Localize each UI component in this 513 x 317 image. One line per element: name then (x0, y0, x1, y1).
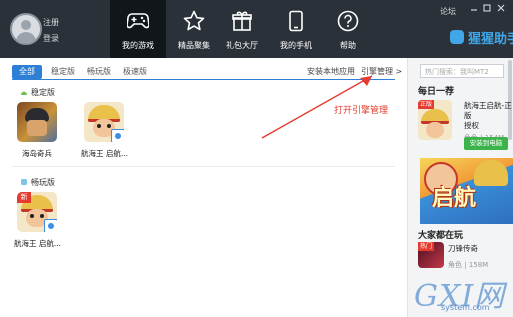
register-link[interactable]: 注册 (43, 17, 59, 28)
tab-all[interactable]: 全部 (12, 65, 42, 79)
featured-game-icon[interactable]: 正版 (418, 100, 452, 140)
section-title-smooth: 畅玩版 (20, 177, 55, 188)
game-icon-one-piece: 新 (17, 192, 57, 232)
game-icon-boom-beach (17, 102, 57, 142)
game-name: 航海王 启航... (81, 149, 129, 158)
nav-help[interactable]: 帮助 (320, 0, 376, 58)
minimize-icon[interactable] (470, 4, 478, 12)
playing-game-info[interactable]: 刀锋传奇 角色 | 158M (448, 244, 488, 270)
game-item[interactable]: 新 航海王 启航... (14, 192, 62, 249)
phone-icon (289, 10, 303, 32)
nav-label: 我的手机 (280, 41, 312, 50)
tab-fast[interactable]: 极速版 (120, 65, 150, 79)
playing-game-name: 刀锋传奇 (448, 244, 478, 253)
help-icon (337, 10, 359, 32)
nav-my-phone[interactable]: 我的手机 (268, 0, 324, 58)
game-item[interactable]: 海岛奇兵 (14, 102, 60, 159)
install-to-pc-button[interactable]: 安装到电脑 (464, 137, 508, 150)
section-label: 稳定版 (31, 88, 55, 97)
game-icon-one-piece (84, 102, 124, 142)
section-label: 畅玩版 (31, 178, 55, 187)
avatar[interactable] (10, 13, 42, 45)
nav-my-games[interactable]: 我的游戏 (110, 0, 166, 58)
login-link[interactable]: 登录 (43, 33, 59, 44)
nav-label: 礼包大厅 (226, 41, 258, 50)
close-icon[interactable] (497, 4, 505, 12)
gamepad-icon (127, 13, 149, 29)
android-icon (21, 91, 27, 95)
brand-logo-icon (450, 30, 464, 44)
star-icon (183, 10, 205, 31)
engine-badge-icon (111, 129, 124, 142)
playing-game-size: 158M (468, 261, 489, 269)
tab-smooth[interactable]: 畅玩版 (84, 65, 114, 79)
new-tag: 新 (17, 192, 31, 203)
smooth-version-icon (21, 179, 27, 185)
playing-game-icon[interactable]: 热门 (418, 242, 444, 268)
featured-game-name: 航海王启航-正版 (464, 101, 512, 120)
divider (12, 166, 395, 167)
section-title-stable: 稳定版 (20, 87, 55, 98)
hot-tag: 热门 (418, 242, 435, 251)
top-toolbar: 注册 登录 我的游戏 精品聚集 礼包大厅 我的手机 帮助 论坛 猩猩助 (0, 0, 513, 58)
featured-banner[interactable]: 启航 (420, 158, 513, 224)
everyone-playing-title: 大家都在玩 (418, 231, 464, 241)
featured-game-name-line2: 授权 (464, 121, 479, 130)
game-list-panel: 全部 稳定版 畅玩版 极速版 安装本地应用 引擎管理 > 稳定版 海岛奇兵 航海… (0, 58, 407, 317)
annotation-text: 打开引擎管理 (334, 106, 389, 116)
daily-recommend-title: 每日一荐 (418, 87, 455, 97)
nav-label: 我的游戏 (122, 41, 154, 50)
tab-stable[interactable]: 稳定版 (48, 65, 78, 79)
watermark-domain: system.com (441, 303, 490, 312)
search-input[interactable]: 热门搜索：我叫MT2 (420, 64, 504, 78)
banner-logo-text: 启航 (432, 186, 477, 211)
game-name: 海岛奇兵 (22, 149, 52, 158)
maximize-icon[interactable] (483, 4, 491, 12)
gift-icon (232, 11, 252, 31)
avatar-head (21, 20, 31, 30)
avatar-body (16, 32, 36, 43)
playing-game-type: 角色 (448, 261, 462, 269)
nav-label: 帮助 (340, 41, 356, 50)
game-item[interactable]: 航海王 启航... (81, 102, 129, 159)
official-tag: 正版 (418, 100, 435, 109)
nav-gift-hall[interactable]: 礼包大厅 (214, 0, 270, 58)
brand-name: 猩猩助手 (468, 32, 513, 47)
forum-link[interactable]: 论坛 (440, 6, 456, 17)
game-name: 航海王 启航... (14, 239, 62, 248)
engine-badge-icon (44, 219, 57, 232)
